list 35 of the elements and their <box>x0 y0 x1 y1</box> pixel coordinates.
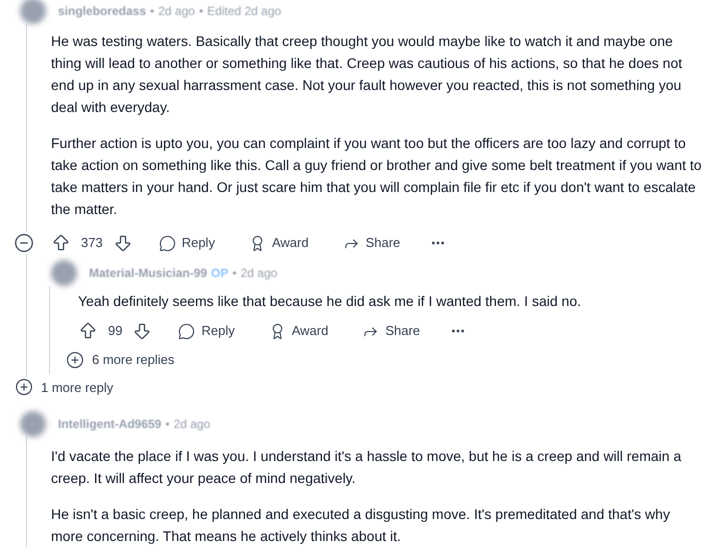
avatar <box>51 260 77 286</box>
comment-text: He was testing waters. Basically that creep thought you would maybe like to watch it and maybe one thing will lead to another or something like that. Creep was cautious of his actions, so that he does not end up in any sexual harrassment case. Not your fault however you reacted, this is not something you deal with everyday. <box>51 32 684 117</box>
downvote-icon[interactable] <box>112 233 133 253</box>
avatar <box>20 0 46 24</box>
edited-label: Edited 2d ago <box>207 3 282 20</box>
upvote-icon[interactable] <box>51 233 71 253</box>
comment-text: I'd vacate the place if I was you. I understand it's a hassle to move, but he is a creep and will remain a creep. It will affect your peace of mind negatively. <box>51 447 682 488</box>
separator-dot: • <box>165 416 170 433</box>
separator-dot: • <box>232 265 237 282</box>
separator-dot: • <box>198 3 204 20</box>
award-button[interactable]: Award <box>240 233 317 253</box>
share-button[interactable]: Share <box>354 321 428 341</box>
timestamp: 2d ago <box>240 265 278 282</box>
upvote-icon[interactable] <box>78 321 98 341</box>
more-replies-link[interactable]: 6 more replies <box>66 350 174 370</box>
comment-text: Further action is upto you, you can complaint if you want too but the officers are too lazy and corrupt to take action on something like this. Call a guy friend or brother and give some belt treatment if you want to take matters in your hand. Or just scare him that you will complain file fir etc if you don't want to escalate the matter. <box>51 134 703 219</box>
comment-icon <box>178 322 196 340</box>
timestamp: 2d ago <box>174 416 210 433</box>
comment-text: Yeah definitely seems like that because he did ask me if I wanted them. I said no. <box>78 292 582 311</box>
downvote-icon[interactable] <box>132 321 152 341</box>
reply-button[interactable]: Reply <box>170 321 243 341</box>
plus-icon <box>66 350 84 369</box>
separator-dot: • <box>150 3 154 20</box>
op-label: OP <box>211 265 228 282</box>
vote-count: 99 <box>108 322 122 340</box>
comment-icon <box>158 234 176 252</box>
more-replies-link[interactable]: 1 more reply <box>15 378 114 397</box>
comment-text: He isn't a basic creep, he planned and executed a disgusting move. It's premeditated and that's why more concerning. That means he actively thinks about it. <box>51 505 671 546</box>
timestamp: 2d ago <box>158 3 195 20</box>
avatar <box>20 411 46 437</box>
award-button[interactable]: Award <box>260 321 336 341</box>
plus-icon <box>15 378 33 396</box>
share-button[interactable]: Share <box>334 233 408 253</box>
vote-count: 373 <box>81 234 103 252</box>
reply-button[interactable]: Reply <box>150 233 223 253</box>
